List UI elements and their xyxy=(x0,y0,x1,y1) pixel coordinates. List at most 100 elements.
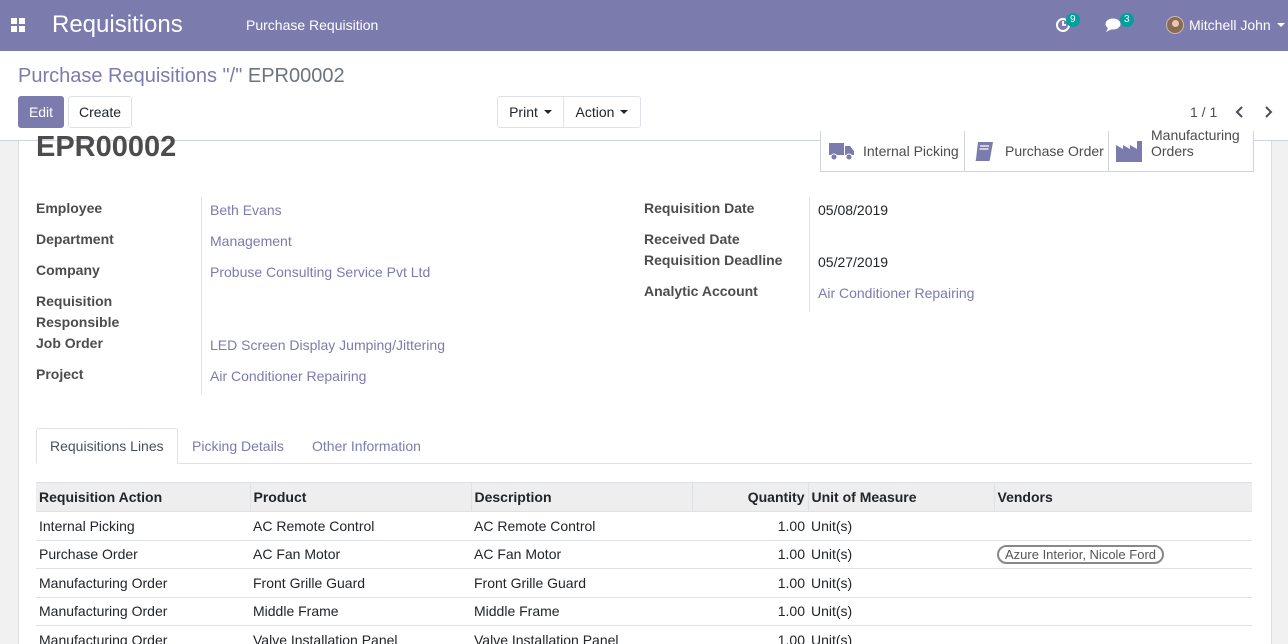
cell-requisition-action: Manufacturing Order xyxy=(36,568,250,597)
requisition-date-field: 05/08/2019 xyxy=(818,202,889,218)
column-header-requisition-action[interactable]: Requisition Action xyxy=(36,482,250,512)
app-title: Requisitions xyxy=(52,11,183,38)
cell-product: Valve Installation Panel xyxy=(250,625,471,644)
purchase-order-label: Purchase Order xyxy=(1005,143,1104,159)
chevron-down-icon xyxy=(1276,23,1285,27)
requisition-date-label: Requisition Date xyxy=(644,200,755,216)
messages-icon[interactable]: 3 xyxy=(1105,13,1134,35)
employee-label: Employee xyxy=(36,200,103,216)
tab-picking-details[interactable]: Picking Details xyxy=(179,428,297,464)
chevron-down-icon xyxy=(543,110,552,114)
cell-quantity: 1.00 xyxy=(692,511,808,540)
project-field[interactable]: Air Conditioner Repairing xyxy=(210,366,366,387)
pager-value[interactable]: 1 / 1 xyxy=(1190,104,1217,120)
cell-product: Front Grille Guard xyxy=(250,568,471,597)
cell-unit-of-measure: Unit(s) xyxy=(808,568,994,597)
requisition-lines-table: Requisition Action Product Description Q… xyxy=(36,482,1252,644)
left-group-divider xyxy=(201,197,202,394)
tab-other-information[interactable]: Other Information xyxy=(299,428,434,464)
purchase-order-button[interactable]: Purchase Order xyxy=(965,131,1109,171)
company-label: Company xyxy=(36,262,100,278)
record-title: EPR00002 xyxy=(36,131,177,163)
create-button[interactable]: Create xyxy=(68,96,132,128)
cell-vendors: Azure Interior, Nicole Ford xyxy=(994,539,1252,569)
cell-vendors xyxy=(994,568,1252,597)
column-header-product[interactable]: Product xyxy=(249,482,471,512)
cell-unit-of-measure: Unit(s) xyxy=(808,625,994,644)
manufacturing-label-line2: Orders xyxy=(1151,143,1194,159)
cell-quantity: 1.00 xyxy=(692,625,808,644)
internal-picking-button[interactable]: Internal Picking xyxy=(821,131,965,171)
action-dropdown[interactable]: Action xyxy=(563,96,641,128)
department-field[interactable]: Management xyxy=(210,231,292,252)
pager-next-icon[interactable] xyxy=(1264,105,1276,119)
requisition-responsible-label-1: Requisition xyxy=(36,293,113,309)
chevron-down-icon xyxy=(620,110,629,114)
cell-description: AC Fan Motor xyxy=(471,539,692,569)
smart-buttons: Internal Picking Purchase Order Manufact… xyxy=(820,127,1254,172)
print-dropdown[interactable]: Print xyxy=(497,96,564,128)
breadcrumb-parent-link[interactable]: Purchase Requisitions "/" xyxy=(18,65,242,87)
cell-requisition-action: Manufacturing Order xyxy=(36,625,250,644)
cell-product: AC Fan Motor xyxy=(250,539,471,569)
cell-description: Valve Installation Panel xyxy=(471,625,692,644)
cell-requisition-action: Internal Picking xyxy=(36,511,250,540)
employee-field[interactable]: Beth Evans xyxy=(210,200,282,221)
cell-vendors xyxy=(994,596,1252,626)
apps-menu-icon[interactable] xyxy=(11,18,25,32)
top-navbar: Requisitions Purchase Requisition 9 3 Mi… xyxy=(0,0,1288,51)
column-header-vendors[interactable]: Vendors xyxy=(993,482,1252,512)
table-row[interactable]: Manufacturing Order Front Grille Guard F… xyxy=(36,568,1252,597)
factory-icon xyxy=(1116,141,1142,162)
manufacturing-orders-button[interactable]: Manufacturing Orders xyxy=(1109,127,1254,171)
job-order-label: Job Order xyxy=(36,335,103,351)
cell-requisition-action: Purchase Order xyxy=(36,539,250,569)
analytic-account-field[interactable]: Air Conditioner Repairing xyxy=(818,283,974,304)
company-field[interactable]: Probuse Consulting Service Pvt Ltd xyxy=(210,262,430,283)
cell-description: Middle Frame xyxy=(471,596,692,626)
requisition-deadline-field: 05/27/2019 xyxy=(818,254,889,270)
cell-requisition-action: Manufacturing Order xyxy=(36,596,250,626)
cell-quantity: 1.00 xyxy=(692,596,808,626)
user-name: Mitchell John xyxy=(1189,17,1271,33)
table-row[interactable]: Manufacturing Order Valve Installation P… xyxy=(36,625,1252,644)
cell-description: Front Grille Guard xyxy=(471,568,692,597)
job-order-field[interactable]: LED Screen Display Jumping/Jittering xyxy=(210,335,445,356)
right-group-divider xyxy=(809,197,810,312)
project-label: Project xyxy=(36,366,84,382)
column-header-quantity[interactable]: Quantity xyxy=(691,482,808,512)
pager-previous-icon[interactable] xyxy=(1234,105,1246,119)
user-menu[interactable]: Mitchell John xyxy=(1166,15,1285,35)
table-row[interactable]: Internal Picking AC Remote Control AC Re… xyxy=(36,511,1252,540)
department-label: Department xyxy=(36,231,114,247)
messages-badge: 3 xyxy=(1120,13,1134,27)
manufacturing-orders-label: Manufacturing Orders xyxy=(1151,127,1240,159)
cell-vendors xyxy=(994,511,1252,540)
control-panel: Purchase Requisitions "/" EPR00002 Edit … xyxy=(0,51,1288,141)
cell-product: AC Remote Control xyxy=(250,511,471,540)
cell-quantity: 1.00 xyxy=(692,568,808,597)
table-row[interactable]: Manufacturing Order Middle Frame Middle … xyxy=(36,596,1252,626)
analytic-account-label: Analytic Account xyxy=(644,283,758,299)
activity-badge: 9 xyxy=(1066,13,1080,27)
edit-button[interactable]: Edit xyxy=(18,96,64,128)
cell-unit-of-measure: Unit(s) xyxy=(808,511,994,540)
breadcrumb-current: EPR00002 xyxy=(247,65,345,87)
truck-icon xyxy=(829,143,854,161)
cell-vendors xyxy=(994,625,1252,644)
action-label: Action xyxy=(575,104,615,120)
table-row[interactable]: Purchase Order AC Fan Motor AC Fan Motor… xyxy=(36,539,1252,569)
manufacturing-label-line1: Manufacturing xyxy=(1151,127,1240,143)
internal-picking-label: Internal Picking xyxy=(863,143,959,159)
table-header-row: Requisition Action Product Description Q… xyxy=(36,482,1252,512)
column-header-unit-of-measure[interactable]: Unit of Measure xyxy=(807,482,994,512)
vendor-tag[interactable]: Azure Interior, Nicole Ford xyxy=(997,544,1165,564)
activity-icon[interactable]: 9 xyxy=(1055,13,1080,35)
menu-purchase-requisition[interactable]: Purchase Requisition xyxy=(246,17,378,33)
column-header-description[interactable]: Description xyxy=(470,482,692,512)
cell-unit-of-measure: Unit(s) xyxy=(808,596,994,626)
cell-quantity: 1.00 xyxy=(692,539,808,569)
tab-requisitions-lines[interactable]: Requisitions Lines xyxy=(36,428,178,464)
book-icon xyxy=(975,142,993,161)
requisition-responsible-label-2: Responsible xyxy=(36,314,120,330)
